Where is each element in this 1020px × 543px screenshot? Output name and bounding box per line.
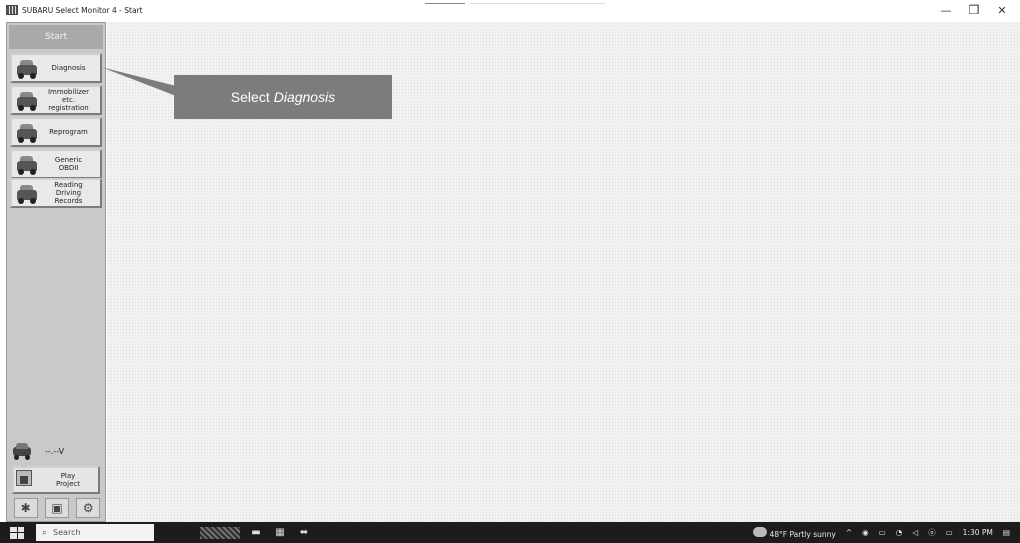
- app-window: SUBARU Select Monitor 4 - Start — ❐ ✕ St…: [0, 0, 1020, 522]
- car-obd-icon: [15, 153, 39, 175]
- car-key-icon: [15, 89, 39, 111]
- windows-start-icon[interactable]: [10, 526, 24, 539]
- title-divider-secondary: [470, 3, 605, 4]
- window-title: SUBARU Select Monitor 4 - Start: [22, 5, 143, 15]
- battery-icon[interactable]: ▭: [879, 528, 886, 537]
- keyboard-icon[interactable]: ▭: [946, 528, 953, 537]
- reprogram-button-label: Reprogram: [49, 128, 88, 136]
- project-icon: [16, 470, 38, 490]
- system-tray: 48°F Partly sunny ^ ◉ ▭ ◔ ◁ ⓞ ▭ 1:30 PM …: [753, 522, 1020, 543]
- weather-text: 48°F Partly sunny: [769, 529, 836, 539]
- generic-obdii-button-label: Generic OBDII: [54, 156, 83, 172]
- weather-icon: [753, 526, 768, 537]
- close-button[interactable]: ✕: [992, 2, 1012, 18]
- tray-chevron-icon[interactable]: ^: [846, 528, 852, 537]
- cog-icon[interactable]: ⚙: [76, 498, 101, 518]
- instruction-callout: Select Diagnosis: [174, 75, 392, 119]
- taskbar: ⌕ Search ▬ ▦ ⬌ 48°F Partly sunny ^ ◉ ▭ ◔…: [0, 522, 1020, 543]
- volume-icon[interactable]: ◁: [912, 528, 918, 537]
- sidebar-header: Start: [9, 25, 103, 49]
- immobilizer-button-label: Immobilizer etc. registration: [47, 88, 90, 112]
- minimize-button[interactable]: —: [936, 2, 956, 18]
- tray-record-icon[interactable]: ◉: [862, 528, 869, 537]
- title-bar: SUBARU Select Monitor 4 - Start — ❐ ✕: [0, 0, 1020, 20]
- search-placeholder: Search: [53, 528, 81, 537]
- app-icon: [6, 5, 18, 15]
- reprogram-button[interactable]: Reprogram: [10, 117, 102, 147]
- car-records-icon: [15, 182, 39, 204]
- sidebar: Start Diagnosis Immobilizer etc. registr…: [6, 22, 106, 522]
- power-icon[interactable]: ⓞ: [928, 527, 936, 538]
- callout-emphasis: Diagnosis: [273, 89, 336, 105]
- reading-driving-records-button[interactable]: Reading Driving Records: [10, 178, 102, 208]
- maximize-button[interactable]: ❐: [964, 2, 984, 18]
- file-explorer-icon[interactable]: ▬: [248, 526, 264, 540]
- car-diagnosis-icon: [15, 57, 39, 79]
- diagnosis-button[interactable]: Diagnosis: [10, 53, 102, 83]
- notification-icon[interactable]: ▤: [1003, 528, 1010, 537]
- car-reprogram-icon: [15, 121, 39, 143]
- play-project-button[interactable]: Play Project: [12, 466, 100, 494]
- diagnosis-button-label: Diagnosis: [51, 64, 86, 72]
- voltage-readout: --.--V: [45, 446, 65, 456]
- battery-voltage: --.--V: [11, 438, 101, 464]
- select-monitor-taskbar-icon[interactable]: ▦: [272, 526, 288, 540]
- settings-gear-icon[interactable]: ✱: [13, 498, 38, 518]
- title-divider: [425, 3, 465, 4]
- car-battery-icon: [11, 441, 33, 461]
- taskbar-decoration: [200, 526, 240, 539]
- wifi-icon[interactable]: ◔: [896, 528, 903, 537]
- clock[interactable]: 1:30 PM: [963, 528, 993, 537]
- save-icon[interactable]: ▣: [44, 498, 69, 518]
- taskbar-search[interactable]: ⌕ Search: [36, 524, 154, 541]
- immobilizer-registration-button[interactable]: Immobilizer etc. registration: [10, 85, 102, 115]
- reading-driving-records-label: Reading Driving Records: [54, 181, 83, 205]
- generic-obdii-button[interactable]: Generic OBDII: [10, 149, 102, 179]
- app-taskbar-icon[interactable]: ⬌: [296, 526, 312, 540]
- sidebar-tools: ✱ ▣ ⚙: [10, 497, 104, 519]
- callout-prefix: Select: [230, 89, 270, 105]
- weather-widget[interactable]: 48°F Partly sunny: [753, 526, 836, 539]
- play-project-label: Play Project: [56, 472, 80, 488]
- search-icon: ⌕: [42, 527, 48, 538]
